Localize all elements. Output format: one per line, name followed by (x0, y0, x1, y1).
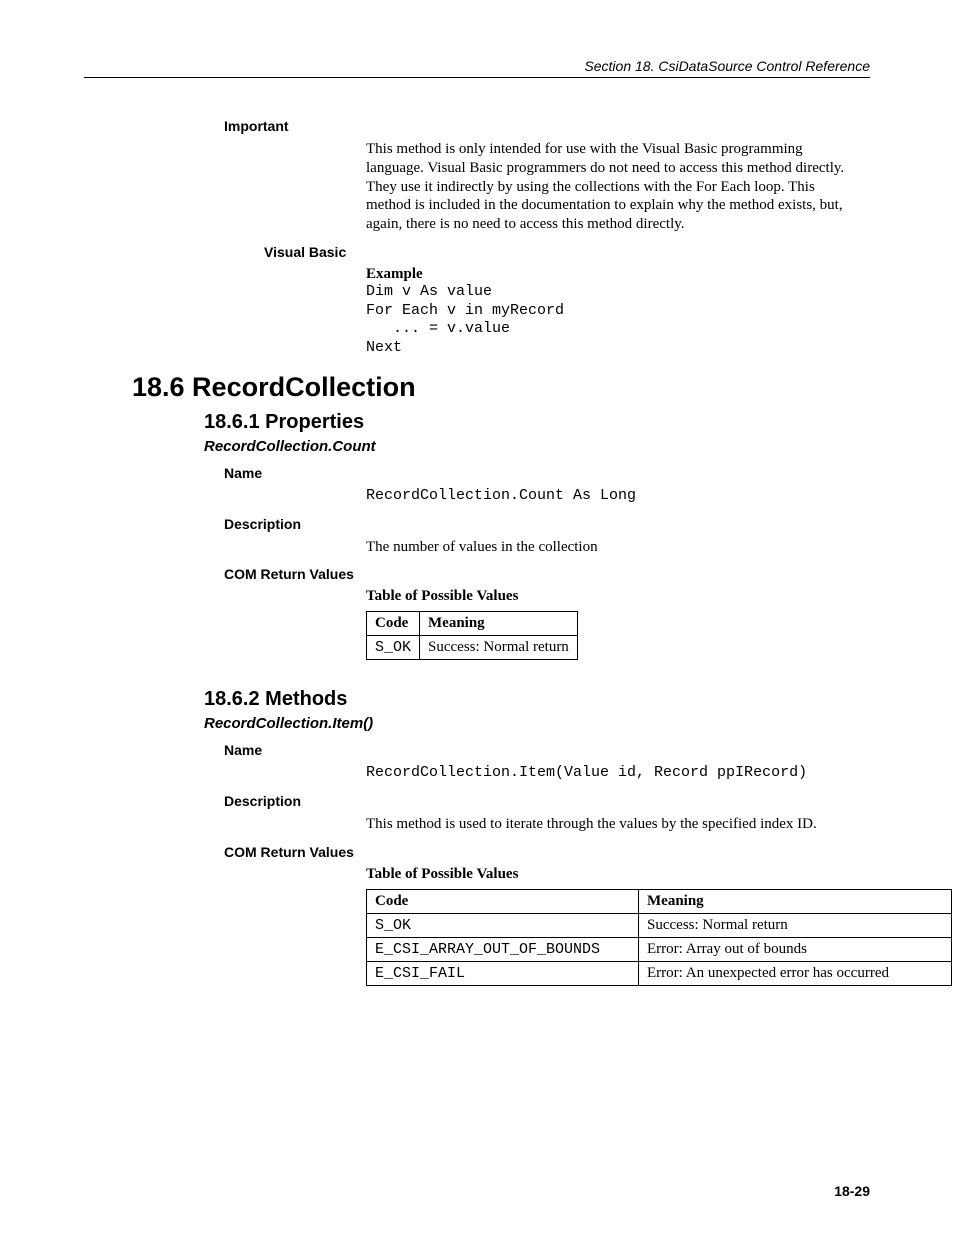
code-example-vb: Dim v As value For Each v in myRecord ..… (366, 283, 870, 358)
label-visual-basic: Visual Basic (264, 244, 870, 260)
cell-code: S_OK (367, 913, 639, 937)
label-description: Description (224, 793, 870, 809)
running-header: Section 18. CsiDataSource Control Refere… (84, 58, 870, 78)
text-important: This method is only intended for use wit… (366, 140, 860, 234)
table-count-values: Code Meaning S_OK Success: Normal return (366, 611, 578, 660)
page: Section 18. CsiDataSource Control Refere… (0, 0, 954, 1235)
table-row: E_CSI_FAIL Error: An unexpected error ha… (367, 961, 952, 985)
label-important: Important (224, 118, 870, 134)
label-name: Name (224, 742, 870, 758)
text-count-description: The number of values in the collection (366, 538, 860, 557)
th-meaning: Meaning (639, 889, 952, 913)
heading-properties: 18.6.1 Properties (204, 411, 870, 434)
label-name: Name (224, 465, 870, 481)
cell-meaning: Error: An unexpected error has occurred (639, 961, 952, 985)
table-item-values: Code Meaning S_OK Success: Normal return… (366, 889, 952, 986)
label-description: Description (224, 516, 870, 532)
table-caption-count: Table of Possible Values (366, 588, 870, 605)
cell-code: E_CSI_FAIL (367, 961, 639, 985)
code-count-name: RecordCollection.Count As Long (366, 487, 870, 506)
heading-methods: 18.6.2 Methods (204, 688, 870, 711)
cell-meaning: Error: Array out of bounds (639, 937, 952, 961)
th-code: Code (367, 612, 420, 636)
cell-code: S_OK (367, 636, 420, 660)
th-code: Code (367, 889, 639, 913)
label-com-return-values: COM Return Values (224, 844, 870, 860)
page-number: 18-29 (834, 1183, 870, 1199)
label-example: Example (366, 266, 870, 283)
cell-meaning: Success: Normal return (420, 636, 578, 660)
label-com-return-values: COM Return Values (224, 566, 870, 582)
table-caption-item: Table of Possible Values (366, 866, 870, 883)
member-item: RecordCollection.Item() (204, 715, 870, 732)
table-row: S_OK Success: Normal return (367, 913, 952, 937)
cell-code: E_CSI_ARRAY_OUT_OF_BOUNDS (367, 937, 639, 961)
text-item-description: This method is used to iterate through t… (366, 815, 860, 834)
heading-recordcollection: 18.6 RecordCollection (132, 372, 870, 403)
table-header-row: Code Meaning (367, 889, 952, 913)
member-count: RecordCollection.Count (204, 438, 870, 455)
th-meaning: Meaning (420, 612, 578, 636)
code-item-name: RecordCollection.Item(Value id, Record p… (366, 764, 870, 783)
table-header-row: Code Meaning (367, 612, 578, 636)
cell-meaning: Success: Normal return (639, 913, 952, 937)
table-row: S_OK Success: Normal return (367, 636, 578, 660)
table-row: E_CSI_ARRAY_OUT_OF_BOUNDS Error: Array o… (367, 937, 952, 961)
